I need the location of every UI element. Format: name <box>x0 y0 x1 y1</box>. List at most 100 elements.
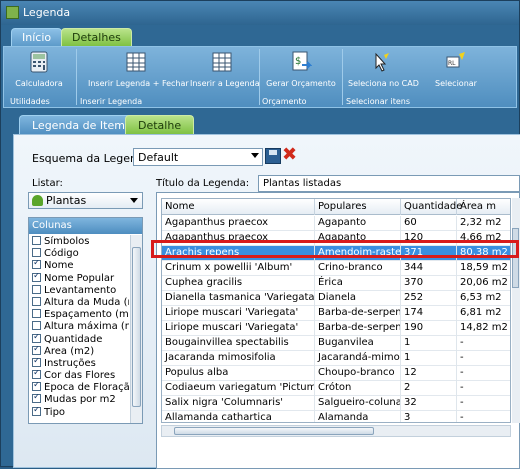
cell-quantidade: 1 <box>401 336 457 351</box>
checkbox[interactable] <box>32 272 41 282</box>
checkbox[interactable] <box>32 357 41 367</box>
scroll-thumb[interactable] <box>132 247 141 407</box>
colunas-item[interactable]: Símbolos <box>29 236 129 248</box>
colunas-item[interactable]: Mudas por m2 <box>29 394 129 406</box>
cell-quantidade: 60 <box>401 216 457 231</box>
cell-nome: Crinum x powellii 'Album' <box>162 261 315 276</box>
colunas-title: Colunas <box>29 218 142 234</box>
titulo-input[interactable]: Plantas listadas <box>258 175 520 192</box>
scroll-thumb[interactable] <box>512 228 519 288</box>
selecionar-button[interactable]: RL Selecionar <box>430 51 482 93</box>
table-row[interactable]: Jacaranda mimosifoliaJacarandá-mimoso1- <box>162 351 510 366</box>
colunas-item[interactable]: Tipo <box>29 406 129 419</box>
cell-area: 6,81 m2 <box>457 306 510 321</box>
save-icon[interactable] <box>265 148 281 164</box>
plant-icon <box>32 195 43 206</box>
checkbox[interactable] <box>32 260 41 270</box>
cell-area: - <box>457 366 510 381</box>
app-icon <box>6 6 19 19</box>
checkbox[interactable] <box>32 309 41 319</box>
cell-nome: Liriope muscari 'Variegata' <box>162 306 315 321</box>
colunas-item[interactable]: Área (m2) <box>29 345 129 358</box>
checkbox[interactable] <box>32 345 41 355</box>
table-row[interactable]: Allamanda cathartica Alamanda 3- <box>162 411 510 422</box>
colunas-item[interactable]: Altura da Muda (m <box>29 296 129 309</box>
cell-nome: Liriope muscari 'Variegata' <box>162 321 315 336</box>
colunas-item[interactable]: Altura máxima (m) <box>29 321 129 333</box>
calculadora-button[interactable]: Calculadora <box>14 51 64 93</box>
checkbox[interactable] <box>32 333 41 343</box>
colunas-scrollbar[interactable] <box>130 235 142 423</box>
grid-horizontal-scrollbar[interactable] <box>161 425 511 437</box>
colunas-item[interactable]: Cor das Flores <box>29 370 129 382</box>
colunas-item[interactable]: Nome <box>29 260 129 272</box>
table-row[interactable]: Dianella tasmanica 'Variegata' Dianela 252… <box>162 291 510 306</box>
tab-detalhes[interactable]: Detalhes <box>61 28 132 47</box>
colunas-item[interactable]: Levantamento <box>29 284 129 297</box>
esquema-value: Default <box>138 151 179 164</box>
header-area[interactable]: Área m <box>457 199 510 215</box>
content-panel: Esquema da Legenda: Default ✖ Listar: Pl… <box>13 134 520 469</box>
table-row[interactable]: Salix nigra 'Columnaris' Salgueiro-coluna… <box>162 396 510 411</box>
chevron-down-icon <box>130 198 138 203</box>
colunas-item-label: Cor das Flores <box>44 370 116 382</box>
checkbox[interactable] <box>32 296 41 306</box>
colunas-item[interactable]: Época de Floração <box>29 382 129 394</box>
sub-tabs: Legenda de Item Detalhe <box>1 113 519 135</box>
header-populares[interactable]: Populares <box>315 199 401 215</box>
tab-detalhe[interactable]: Detalhe <box>125 115 195 135</box>
selecionar-label: Selecionar <box>435 79 477 88</box>
cell-populares: Dianela <box>315 291 401 306</box>
gerar-orcamento-button[interactable]: $ Gerar Orçamento <box>266 51 336 93</box>
table-row[interactable]: Crinum x powellii 'Album' Crino-branco 344… <box>162 261 510 276</box>
scroll-thumb[interactable] <box>174 427 374 435</box>
table-row[interactable]: Agapanthus praecox Agapanto 60 2,32 m2 <box>162 216 510 231</box>
colunas-item[interactable]: Nome Popular <box>29 272 129 285</box>
title-bar[interactable]: Legenda <box>1 1 519 25</box>
cell-nome: Bougainvillea spectabilis <box>162 336 315 351</box>
table-row[interactable]: Bougainvillea spectabilis Buganvilea 1- <box>162 336 510 351</box>
checkbox[interactable] <box>32 236 41 245</box>
checkbox[interactable] <box>32 394 41 404</box>
colunas-item-label: Símbolos <box>44 236 90 247</box>
table-row[interactable]: Codiaeum variegatum 'Pictum Spot'Cróton2… <box>162 381 510 396</box>
colunas-item[interactable]: Quantidade <box>29 333 129 346</box>
table-row[interactable]: Liriope muscari 'Variegata' Barba-de-serp… <box>162 306 510 321</box>
checkbox[interactable] <box>32 382 41 392</box>
colunas-item-label: Quantidade <box>44 333 103 345</box>
cell-populares: Barba-de-serpente <box>315 321 401 336</box>
chevron-down-icon <box>251 153 259 158</box>
delete-icon[interactable]: ✖ <box>282 146 297 164</box>
group-selecionar-itens: Selecionar itens <box>346 97 410 106</box>
checkbox[interactable] <box>32 406 41 416</box>
cell-area: 14,82 m2 <box>457 321 510 336</box>
inserir-legenda-fechar-button[interactable]: Inserir Legenda + Fechar <box>88 51 189 93</box>
tab-inicio[interactable]: Início <box>11 28 63 47</box>
colunas-item[interactable]: Espaçamento (m) <box>29 309 129 321</box>
grid-vertical-scrollbar[interactable] <box>512 198 520 423</box>
cell-quantidade: 370 <box>401 276 457 291</box>
checkbox[interactable] <box>32 284 41 294</box>
table-row[interactable]: Populus alba Choupo-branco 12- <box>162 366 510 381</box>
checkbox[interactable] <box>32 321 41 331</box>
colunas-item[interactable]: Instruções <box>29 357 129 370</box>
cell-quantidade: 174 <box>401 306 457 321</box>
header-quantidade[interactable]: Quantidade <box>401 199 462 215</box>
checkbox[interactable] <box>32 370 41 380</box>
table-row[interactable]: Cuphea gracilis Érica 370 20,06 m2 <box>162 276 510 291</box>
tab-legenda-de-item[interactable]: Legenda de Item <box>19 115 138 135</box>
listar-dropdown[interactable]: Plantas <box>28 192 143 209</box>
colunas-item[interactable]: Código <box>29 248 129 260</box>
table-row[interactable]: Liriope muscari 'Variegata' Barba-de-serp… <box>162 321 510 336</box>
checkbox[interactable] <box>32 248 41 258</box>
inserir-a-legenda-button[interactable]: Inserir a Legenda <box>190 51 260 93</box>
table-icon <box>126 52 146 72</box>
cursor-icon <box>375 52 389 72</box>
header-nome[interactable]: Nome <box>162 199 315 215</box>
seleciona-no-cad-button[interactable]: Seleciona no CAD <box>348 51 419 93</box>
cell-area: 6,53 m2 <box>457 291 510 306</box>
colunas-list: SímbolosCódigoNomeNome PopularLevantamen… <box>29 236 129 419</box>
cell-nome: Codiaeum variegatum 'Pictum Spot' <box>162 381 315 396</box>
colunas-item-label: Espaçamento (m) <box>44 309 129 321</box>
esquema-dropdown[interactable]: Default <box>133 148 263 166</box>
